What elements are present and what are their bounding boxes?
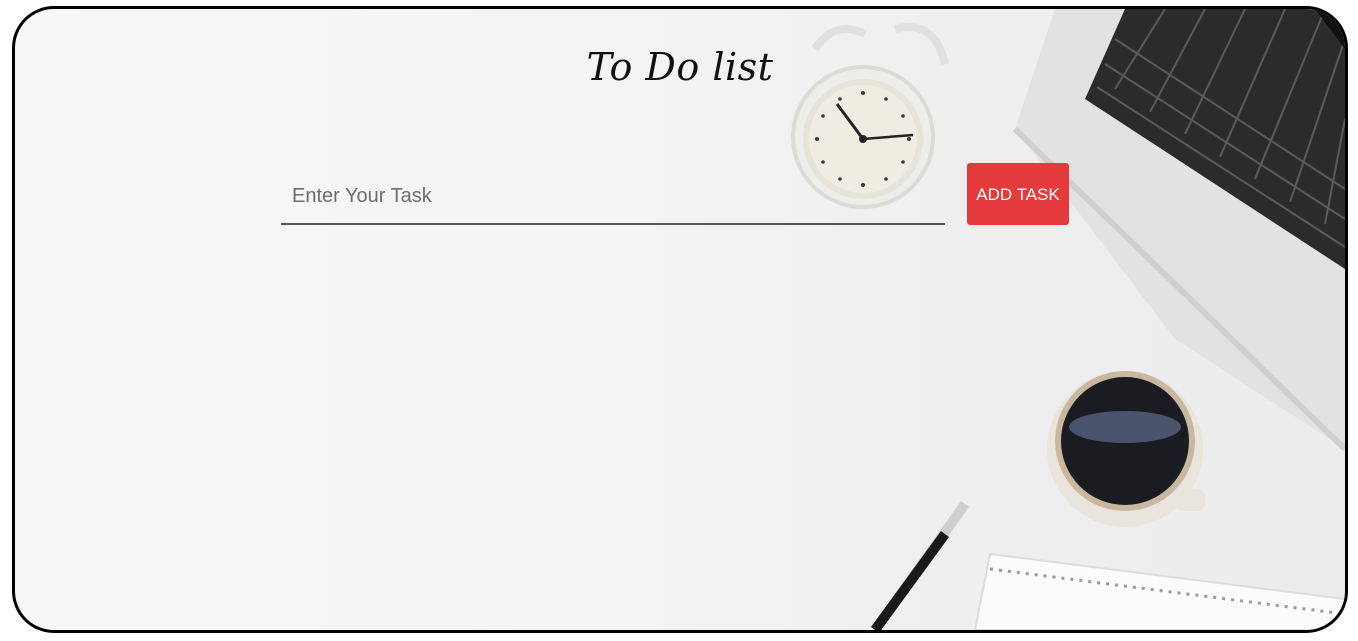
todo-app-frame: To Do list ADD TASK — [12, 6, 1348, 633]
page-title: To Do list — [586, 45, 774, 89]
desk-background-image — [791, 9, 1345, 630]
add-task-button[interactable]: ADD TASK — [967, 163, 1069, 225]
task-input[interactable] — [281, 169, 945, 225]
coffee-cup-illustration — [1047, 371, 1205, 527]
pen-illustration — [870, 501, 970, 630]
notebook-illustration — [973, 552, 1345, 630]
